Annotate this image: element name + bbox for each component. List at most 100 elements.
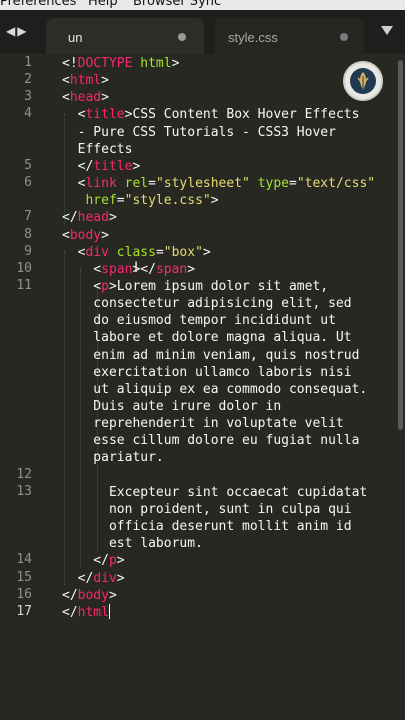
code-token: Excepteur sint occaecat cupidatat (62, 484, 368, 500)
code-token: type (257, 176, 289, 192)
code-token: Duis aute irure dolor in (62, 399, 282, 414)
code-token: < (62, 73, 70, 89)
code-line[interactable]: <title>CSS Content Box Hover Effects (62, 106, 360, 123)
code-token: div (85, 244, 109, 260)
code-line[interactable]: <div class="box"> (62, 244, 211, 261)
code-token: Effects (62, 141, 133, 157)
code-token: < (62, 107, 86, 123)
code-token: > (116, 553, 125, 569)
code-line[interactable]: reprehenderit in voluptate velit (62, 415, 344, 432)
code-token: > (108, 278, 117, 294)
code-token: html (140, 56, 172, 71)
tab-bar: ◀▶ un style.css (0, 10, 405, 54)
tab-nav-arrows-icon[interactable]: ◀▶ (6, 24, 28, 38)
code-line[interactable]: </body> (62, 587, 117, 604)
code-line[interactable]: <p>Lorem ipsum dolor sit amet, (62, 278, 328, 295)
code-line[interactable]: esse cillum dolore eu fugiat nulla (62, 432, 359, 449)
code-line[interactable]: ut aliquip ex ea commodo consequat. (62, 381, 367, 398)
code-token: CSS Content Box Hover Effects (132, 107, 360, 123)
code-token: </ (62, 553, 109, 569)
code-line[interactable]: non proident, sunt in culpa qui (62, 501, 352, 518)
code-line[interactable]: officia deserunt mollit anim id (62, 518, 352, 535)
tab-style-css[interactable]: style.css (214, 18, 364, 54)
code-line[interactable]: do eiusmod tempor incididunt ut (62, 312, 336, 329)
code-token: - Pure CSS Tutorials - CSS3 Hover (62, 124, 336, 140)
code-line[interactable]: </title> (62, 158, 141, 175)
code-line[interactable]: Excepteur sint occaecat cupidatat (62, 484, 367, 501)
code-token: span (155, 261, 188, 277)
code-token: reprehenderit in voluptate velit (62, 416, 344, 432)
code-line[interactable]: <head> (62, 89, 109, 106)
code-line[interactable]: consectetur adipisicing elit, sed (62, 295, 352, 312)
vertical-scrollbar[interactable] (398, 60, 403, 430)
code-token: </ (62, 604, 78, 620)
code-line[interactable]: <html> (62, 72, 109, 89)
code-token: = (116, 193, 125, 209)
code-token: = (148, 176, 156, 192)
code-line[interactable]: pariatur. (62, 449, 163, 466)
code-token: non proident, sunt in culpa qui (62, 501, 352, 517)
menu-item-help[interactable]: Help (88, 0, 118, 9)
code-token: exercitation ullamco laboris nisi (62, 364, 352, 380)
code-token: </ (62, 587, 78, 603)
tab-label: un (68, 30, 83, 45)
code-token: title (93, 158, 133, 174)
leaf-emblem-icon (343, 61, 383, 101)
code-token: est laborum. (62, 536, 203, 552)
code-token: > (187, 261, 196, 277)
code-token: p (108, 553, 117, 569)
code-token: enim ad minim veniam, quis nostrud (62, 347, 360, 363)
code-token: consectetur adipisicing elit, sed (62, 296, 352, 312)
code-token: > (202, 244, 211, 260)
text-cursor-icon: I (134, 260, 139, 276)
code-token: > (116, 570, 125, 586)
code-token: do eiusmod tempor incididunt ut (62, 313, 336, 329)
code-token: </ (62, 210, 78, 226)
code-token: < (62, 227, 70, 243)
code-line[interactable]: exercitation ullamco laboris nisi (62, 364, 352, 381)
menu-item-preferences[interactable]: Preferences (0, 0, 76, 9)
code-line[interactable]: - Pure CSS Tutorials - CSS3 Hover (62, 124, 336, 141)
code-line[interactable]: enim ad minim veniam, quis nostrud (62, 347, 359, 364)
code-line[interactable]: </html (62, 603, 110, 621)
code-editor[interactable]: <!DOCTYPE html> <html> <head> <title>CSS C… (0, 54, 405, 720)
code-token: esse cillum dolore eu fugiat nulla (62, 433, 360, 449)
code-token: span (101, 261, 133, 277)
code-token: ut aliquip ex ea commodo consequat. (62, 381, 368, 397)
unsaved-dot-icon[interactable] (340, 33, 348, 41)
code-token: html (77, 604, 109, 620)
code-line[interactable]: </head> (62, 209, 117, 226)
code-token: </ (62, 570, 94, 586)
code-token: > (101, 227, 109, 243)
tab-un[interactable]: un (46, 18, 204, 54)
code-line[interactable]: <span></span> (62, 261, 195, 278)
code-line[interactable]: href="style.css"> (62, 192, 218, 209)
code-token: labore et dolore magna aliqua. Ut (62, 330, 352, 346)
code-line[interactable]: <link rel="stylesheet" type="text/css" (62, 175, 375, 192)
code-line[interactable]: </p> (62, 552, 125, 569)
code-line[interactable]: labore et dolore magna aliqua. Ut (62, 329, 352, 346)
tab-dropdown-icon[interactable] (381, 26, 393, 35)
code-line[interactable]: est laborum. (62, 535, 203, 552)
code-token: body (77, 587, 109, 603)
code-token: > (101, 90, 109, 106)
code-token: </ (62, 158, 94, 174)
code-line[interactable]: Effects (62, 141, 133, 158)
code-token: < (62, 90, 70, 106)
code-token: head (77, 210, 109, 226)
code-line[interactable]: Duis aute irure dolor in (62, 398, 281, 415)
code-token: < (62, 244, 86, 260)
code-token: <! (62, 56, 78, 71)
unsaved-dot-icon[interactable] (178, 33, 186, 41)
code-token: "text/css" (296, 176, 376, 192)
code-token: < (62, 261, 102, 277)
code-line[interactable]: <!DOCTYPE html> (62, 55, 179, 72)
code-line[interactable]: <body> (62, 227, 109, 244)
menu-item-browser-sync[interactable]: Browser Sync (133, 0, 221, 9)
code-token: > (108, 587, 117, 603)
code-line[interactable]: </div> (62, 570, 125, 587)
